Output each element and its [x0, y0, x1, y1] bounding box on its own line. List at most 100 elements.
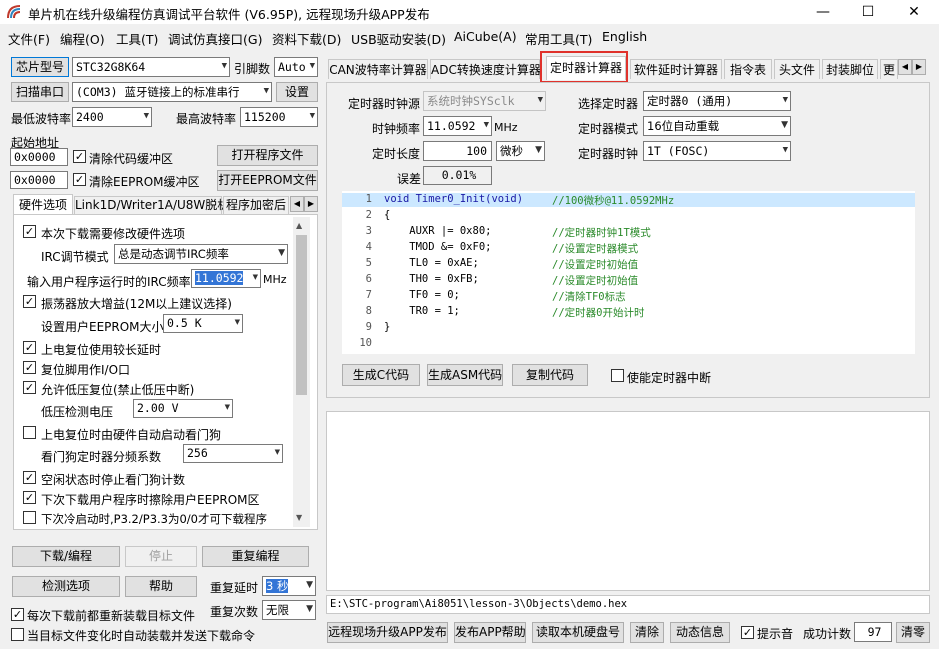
tab-header-file[interactable]: 头文件	[774, 59, 820, 79]
tab-hardware-options[interactable]: 硬件选项	[13, 194, 73, 214]
scroll-down-icon[interactable]: ▼	[296, 513, 302, 522]
menu-common-tools[interactable]: 常用工具(T)	[525, 29, 592, 48]
pins-select[interactable]: Auto ▼	[274, 57, 318, 77]
reset-io-checkbox[interactable]: ✓	[23, 361, 36, 374]
tab-offline[interactable]: Link1D/Writer1A/U8W脱机	[74, 196, 229, 214]
right-tab-scroll-right-icon[interactable]: ▶	[912, 59, 926, 75]
remote-upgrade-button[interactable]: 远程现场升级APP发布	[327, 622, 448, 643]
right-tab-scroll-left-icon[interactable]: ◀	[898, 59, 912, 75]
lvd-select[interactable]: 2.00 V ▼	[133, 399, 233, 418]
clock-freq-select[interactable]: 11.0592 ▼	[423, 116, 492, 136]
clear-log-button[interactable]: 清除	[630, 622, 664, 643]
power-delay-label: 上电复位使用较长延时	[41, 343, 162, 357]
minimize-button[interactable]: —	[800, 0, 846, 24]
cold-boot-checkbox[interactable]	[23, 511, 36, 524]
modify-hw-checkbox[interactable]: ✓	[23, 225, 36, 238]
scroll-thumb[interactable]	[296, 235, 307, 395]
reset-count-button[interactable]: 清零	[896, 622, 930, 643]
auto-load-checkbox[interactable]	[11, 628, 24, 641]
generate-asm-button[interactable]: 生成ASM代码	[427, 364, 503, 386]
menu-program[interactable]: 编程(O)	[60, 29, 105, 48]
tab-instruction-table[interactable]: 指令表	[724, 59, 772, 79]
min-baud-select[interactable]: 2400 ▼	[72, 107, 152, 127]
publish-help-button[interactable]: 发布APP帮助	[454, 622, 526, 643]
clock-freq-unit: MHz	[494, 121, 518, 134]
reload-checkbox[interactable]: ✓	[11, 608, 24, 621]
irc-freq-unit: MHz	[263, 273, 287, 286]
eeprom-address-input[interactable]: 0x0000	[10, 171, 68, 189]
menu-usb-driver[interactable]: USB驱动安装(D)	[351, 29, 446, 48]
chip-model-button[interactable]: 芯片型号	[11, 57, 69, 77]
line-number: 2	[365, 209, 372, 221]
tab-encrypt[interactable]: 程序加密后	[223, 196, 289, 214]
tab-scroll-left-icon[interactable]: ◀	[290, 196, 304, 212]
menu-download[interactable]: 资料下载(D)	[272, 29, 341, 48]
menu-tools[interactable]: 工具(T)	[116, 29, 158, 48]
tab-soft-delay[interactable]: 软件延时计算器	[630, 59, 722, 79]
help-button[interactable]: 帮助	[125, 576, 197, 597]
scroll-up-icon[interactable]: ▲	[296, 221, 302, 230]
menu-debug[interactable]: 调试仿真接口(G)	[168, 29, 262, 48]
erase-eeprom-label: 下次下载用户程序时擦除用户EEPROM区	[41, 493, 260, 507]
scan-port-button[interactable]: 扫描串口	[11, 82, 69, 102]
open-eeprom-button[interactable]: 打开EEPROM文件	[217, 170, 318, 191]
timer-length-input[interactable]: 100	[423, 141, 492, 161]
code-editor[interactable]: 1 void Timer0_Init(void) //100微秒@11.0592MH…	[342, 191, 915, 354]
chevron-down-icon: ▼	[535, 145, 542, 156]
eeprom-size-select[interactable]: 0.5 K ▼	[163, 314, 243, 333]
menu-file[interactable]: 文件(F)	[8, 29, 50, 48]
timer-length-unit-select[interactable]: 微秒 ▼	[496, 141, 545, 161]
repeat-delay-value: 3 秒	[266, 579, 289, 593]
idle-wdt-checkbox[interactable]: ✓	[23, 471, 36, 484]
clock-source-select[interactable]: 系统时钟SYSclk ▼	[423, 91, 546, 111]
wdt-div-value: 256	[187, 446, 208, 460]
max-baud-select[interactable]: 115200 ▼	[240, 107, 318, 127]
code-address-input[interactable]: 0x0000	[10, 148, 68, 166]
clear-eeprom-checkbox[interactable]: ✓	[73, 173, 86, 186]
copy-code-button[interactable]: 复制代码	[512, 364, 588, 386]
read-disk-button[interactable]: 读取本机硬盘号	[532, 622, 624, 643]
repeat-delay-select[interactable]: 3 秒 ▼	[262, 576, 316, 596]
enable-interrupt-checkbox[interactable]	[611, 369, 624, 382]
osc-gain-checkbox[interactable]: ✓	[23, 295, 36, 308]
repeat-count-select[interactable]: 无限 ▼	[262, 600, 316, 620]
generate-c-button[interactable]: 生成C代码	[342, 364, 420, 386]
power-delay-checkbox[interactable]: ✓	[23, 341, 36, 354]
tab-adc-speed[interactable]: ADC转换速度计算器	[430, 59, 541, 79]
menu-aicube[interactable]: AiCube(A)	[454, 29, 517, 44]
repeat-delay-label: 重复延时	[210, 581, 259, 595]
tab-package-pins[interactable]: 封装脚位	[822, 59, 878, 79]
irc-freq-select[interactable]: 11.0592 ▼	[191, 269, 261, 288]
code-comment: //定时器时钟1T模式	[552, 227, 651, 239]
chip-model-select[interactable]: STC32G8K64 ▼	[72, 57, 230, 77]
timer-mode-select[interactable]: 16位自动重载 ▼	[643, 116, 791, 136]
dynamic-info-button[interactable]: 动态信息	[670, 622, 730, 643]
lvr-checkbox[interactable]: ✓	[23, 381, 36, 394]
erase-eeprom-checkbox[interactable]: ✓	[23, 491, 36, 504]
menu-english[interactable]: English	[602, 29, 647, 44]
output-log[interactable]	[326, 411, 930, 591]
options-scrollbar[interactable]: ▲ ▼	[293, 217, 310, 527]
clear-code-checkbox[interactable]: ✓	[73, 150, 86, 163]
pins-label: 引脚数	[234, 62, 271, 76]
beep-checkbox[interactable]: ✓	[741, 626, 754, 639]
check-options-button[interactable]: 检测选项	[12, 576, 120, 597]
reprogram-button[interactable]: 重复编程	[202, 546, 309, 567]
tab-more[interactable]: 更	[880, 59, 898, 79]
download-button[interactable]: 下载/编程	[12, 546, 120, 567]
wdt-checkbox[interactable]	[23, 426, 36, 439]
stop-button[interactable]: 停止	[125, 546, 197, 567]
reset-io-label: 复位脚用作I/O口	[41, 363, 131, 377]
maximize-button[interactable]: ☐	[845, 0, 891, 24]
timer-clock-select[interactable]: 1T (FOSC) ▼	[643, 141, 791, 161]
irc-mode-select[interactable]: 总是动态调节IRC频率 ▼	[114, 244, 288, 264]
port-settings-button[interactable]: 设置	[276, 82, 318, 102]
close-button[interactable]: ✕	[891, 0, 937, 24]
open-program-button[interactable]: 打开程序文件	[217, 145, 318, 166]
chevron-down-icon: ▼	[782, 145, 788, 156]
tab-scroll-right-icon[interactable]: ▶	[304, 196, 318, 212]
timer-select[interactable]: 定时器0 (通用) ▼	[643, 91, 791, 111]
port-select[interactable]: (COM3) 蓝牙链接上的标准串行 ▼	[72, 82, 272, 102]
tab-can-baud[interactable]: CAN波特率计算器	[328, 59, 428, 79]
wdt-div-select[interactable]: 256 ▼	[183, 444, 283, 463]
